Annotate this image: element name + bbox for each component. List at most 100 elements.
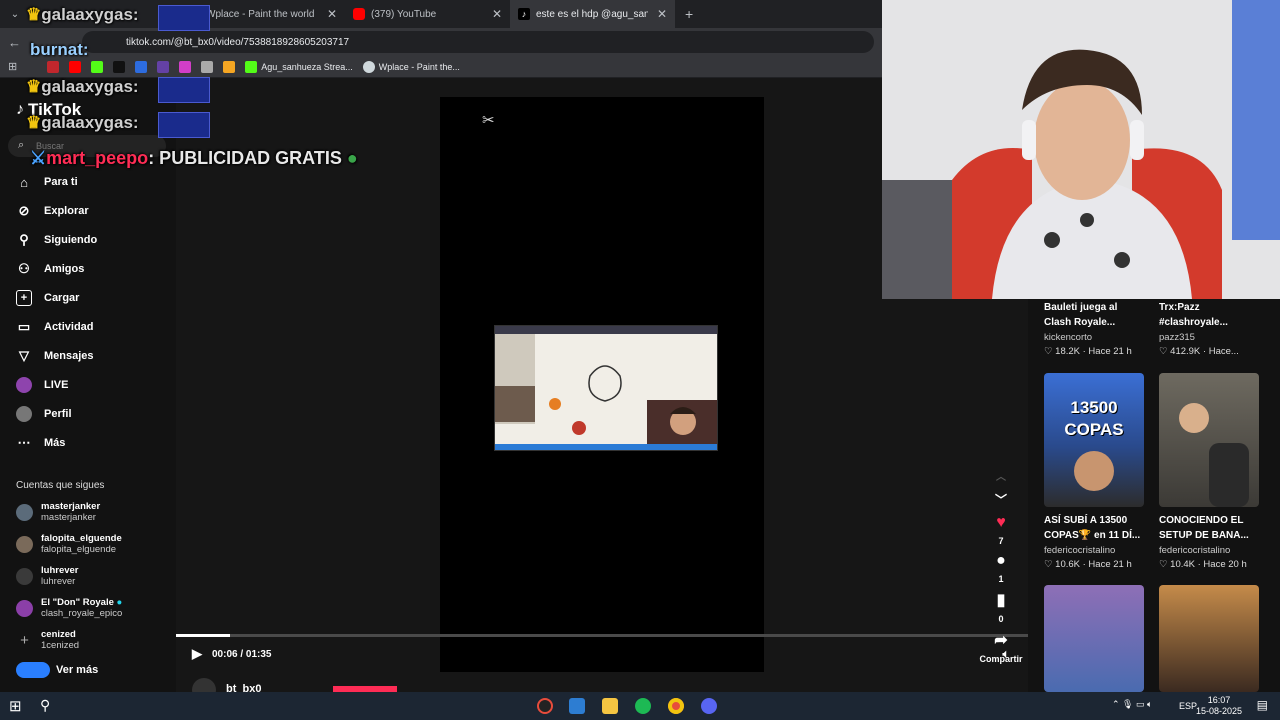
chevron-up-icon[interactable]: ︿ [996,468,1006,483]
more-icon: ⋯ [17,435,31,450]
url-input[interactable]: tiktok.com/@bt_bx0/video/753881892860520… [82,31,874,53]
related-title: Bauleti juega al Clash Royale... [1044,302,1118,328]
bookmark-icon[interactable] [223,60,236,73]
crown-icon: ♛ [26,77,42,96]
url-text: tiktok.com/@bt_bx0/video/753881892860520… [126,36,350,48]
related-title: Trx:Pazz #clashroyale... [1159,302,1228,328]
like-icon[interactable]: ♥ [996,514,1006,532]
back-icon[interactable]: ← [8,35,22,50]
related-thumbnail[interactable] [1044,585,1144,692]
nav-label: Cargar [44,292,80,304]
bookmark-icon[interactable] [179,60,192,73]
followed-account[interactable]: luhrever luhrever [16,562,176,590]
nav-live[interactable]: LIVE [16,374,68,396]
nav-label: Para ti [44,176,78,188]
chat-message: ⚔mart_peepo: PUBLICIDAD GRATIS ● [30,148,358,169]
nav-label: Explorar [44,205,89,217]
kick-bookmark-icon[interactable] [91,60,104,73]
bookmark-icon[interactable] [47,60,60,73]
related-thumbnail: 13500 COPAS [1044,373,1144,507]
following-icon: ⚲ [19,232,29,247]
bookmark-icon[interactable] [201,60,214,73]
related-video-card[interactable]: CONOCIENDO EL SETUP DE BANA... federicoc… [1159,373,1259,570]
account-handle: falopita_elguende [41,544,117,555]
bookmark-icon[interactable] [135,60,148,73]
related-title: ASÍ SUBÍ A 13500 COPAS🏆 en 11 DÍ... [1044,515,1141,541]
account-name: falopita_elguende [41,533,122,544]
file-explorer-icon[interactable] [602,698,618,714]
youtube-favicon-icon [353,8,365,20]
related-user: pazz315 [1159,332,1195,343]
tab-youtube[interactable]: (379) YouTube ✕ [345,0,510,28]
nav-mas[interactable]: ⋯ Más [16,432,66,454]
nav-perfil[interactable]: Perfil [16,403,72,425]
profile-icon [16,406,32,422]
clock-time: 16:07 [1207,695,1231,705]
bookmark-icon[interactable] [157,60,170,73]
store-icon[interactable] [569,698,585,714]
player-controls: ▶ 00:06 / 01:35 [192,646,272,662]
related-video-card[interactable]: Bauleti juega al Clash Royale... kickenc… [1044,300,1144,357]
search-icon[interactable]: ⚲ [40,697,50,714]
bookmark-wplace[interactable]: Wplace - Paint the... [362,60,460,73]
nav-cargar[interactable]: + Cargar [16,287,79,309]
nav-para-ti[interactable]: ⌂ Para ti [16,171,78,193]
like-count: 7 [998,536,1004,546]
video-frame-image [495,326,717,450]
tab-label: este es el hdp @agu_sanhueza [536,8,648,20]
chrome-icon[interactable] [668,698,684,714]
comment-icon[interactable]: ● [996,552,1006,570]
live-icon [16,377,32,393]
related-user: kickencorto [1044,332,1093,343]
tray-icons[interactable]: ⌃ 🎙︎ ▭ 🔈︎ [1112,699,1152,710]
friends-icon: ⚇ [18,261,30,276]
tab-tiktok[interactable]: ♪ este es el hdp @agu_sanhueza ✕ [510,0,675,28]
followed-account[interactable]: falopita_elguende falopita_elguende [16,530,176,558]
close-icon[interactable]: ✕ [492,7,502,21]
chevron-down-icon[interactable]: ﹀ [995,491,1007,508]
clock[interactable]: 16:07 15-08-2025 [1196,695,1242,717]
avatar: + [20,631,29,649]
notifications-icon[interactable]: ▤ [1257,698,1268,712]
language-indicator[interactable]: ESP [1179,701,1197,711]
webcam-overlay [882,0,1280,299]
nav-amigos[interactable]: ⚇ Amigos [16,258,84,280]
new-tab-button[interactable]: + [685,6,693,22]
streamer-webcam-image [882,0,1280,299]
related-video-card[interactable]: Trx:Pazz #clashroyale... pazz315 ♡ 412.9… [1159,300,1259,357]
nav-label: Mensajes [44,350,94,362]
followed-account[interactable]: masterjanker masterjanker [16,498,176,526]
wplace-icon [362,60,375,73]
windows-start-icon[interactable]: ⊞ [9,697,22,715]
related-video-card[interactable]: 13500 COPAS ASÍ SUBÍ A 13500 COPAS🏆 en 1… [1044,373,1144,570]
thumbnail-face [1074,451,1114,491]
chat-text: : PUBLICIDAD GRATIS [148,148,342,168]
followed-account[interactable]: El "Don" Royale ● clash_royale_epico [16,594,176,622]
share-icon[interactable]: ➦ [994,630,1007,650]
spotify-icon[interactable] [635,698,651,714]
youtube-bookmark-icon[interactable] [69,60,82,73]
close-icon[interactable]: ✕ [327,7,337,21]
thumbnail-text: 13500 COPAS [1064,398,1124,439]
nav-label: LIVE [44,379,69,391]
see-more-link[interactable]: Ver más [16,662,98,678]
bookmark-kick[interactable]: Agu_sanhueza Strea... [245,60,353,73]
tiktok-note-icon: ♪ [16,101,24,118]
nav-siguiendo[interactable]: ⚲ Siguiendo [16,229,97,251]
followed-account[interactable]: + cenized 1cenized [16,626,176,654]
bookmark-icon[interactable]: ▮ [997,590,1006,610]
chat-message: ♛galaaxygas: [26,77,139,97]
close-icon[interactable]: ✕ [657,7,667,21]
apps-grid-icon[interactable]: ⊞ [8,60,17,73]
nav-label: Más [44,437,66,449]
play-icon[interactable]: ▶ [192,646,202,662]
bookmark-icon[interactable] [113,60,126,73]
discord-icon[interactable] [701,698,717,714]
related-thumbnail[interactable] [1159,585,1259,692]
nav-mensajes[interactable]: ▽ Mensajes [16,345,94,367]
nav-actividad[interactable]: ▭ Actividad [16,316,94,338]
obs-icon[interactable] [537,698,553,714]
home-icon: ⌂ [20,174,28,190]
video-progress-bar[interactable] [176,634,1028,637]
nav-explorar[interactable]: ⊘ Explorar [16,200,89,222]
